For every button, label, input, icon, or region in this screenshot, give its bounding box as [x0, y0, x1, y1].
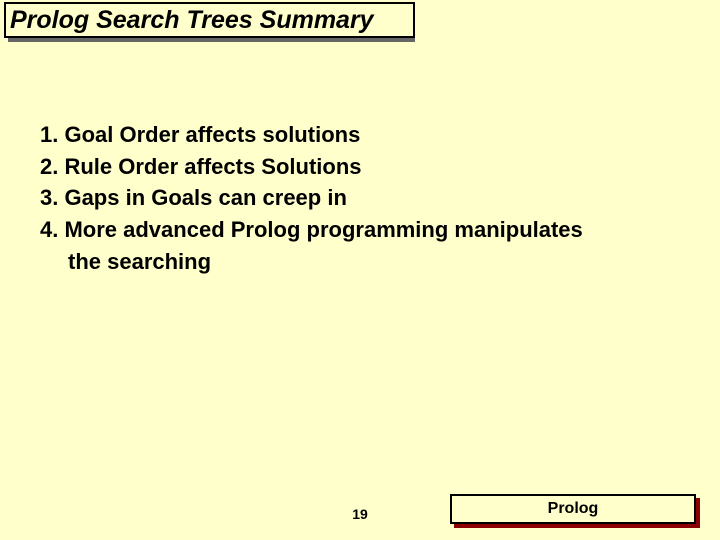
- list-item: 1. Goal Order affects solutions: [40, 120, 680, 150]
- list-item-continuation: the searching: [40, 247, 680, 277]
- list-item: 4. More advanced Prolog programming mani…: [40, 215, 680, 245]
- summary-list: 1. Goal Order affects solutions 2. Rule …: [40, 120, 680, 278]
- list-item: 3. Gaps in Goals can creep in: [40, 183, 680, 213]
- list-item: 2. Rule Order affects Solutions: [40, 152, 680, 182]
- footer-label: Prolog: [450, 494, 696, 524]
- page-title: Prolog Search Trees Summary: [4, 2, 415, 38]
